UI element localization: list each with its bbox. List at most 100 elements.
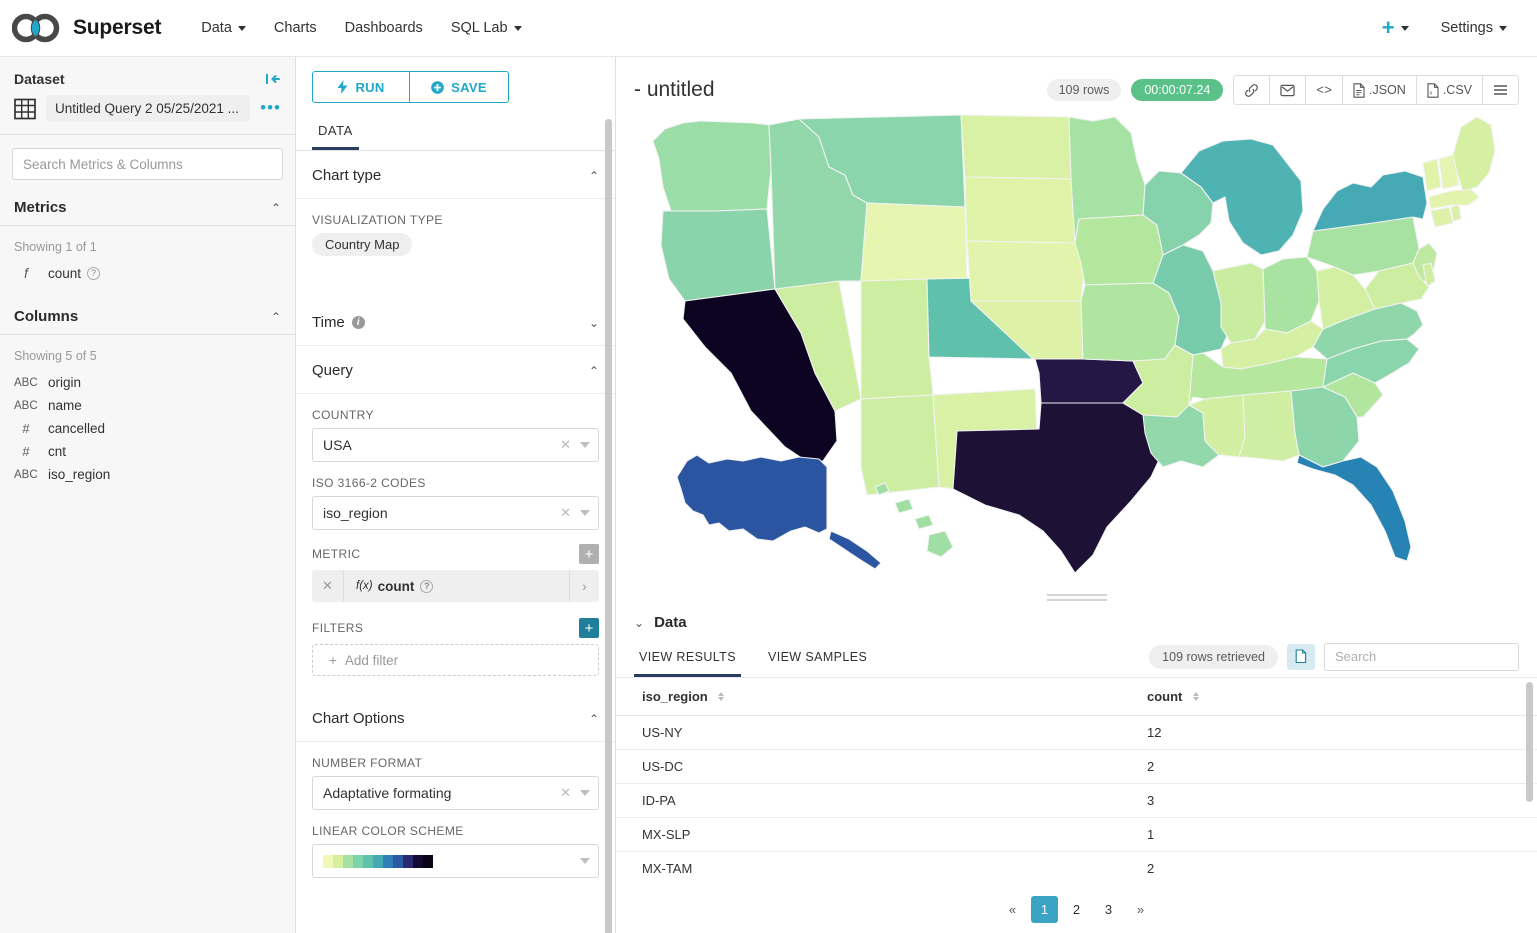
control-panel-scrollbar[interactable] <box>605 119 612 933</box>
tab-data[interactable]: DATA <box>312 113 359 150</box>
query-body: COUNTRY USA ✕ ISO 3166-2 CODES iso_regio… <box>296 394 615 694</box>
help-icon[interactable]: ? <box>87 267 101 280</box>
info-icon[interactable]: i <box>351 316 365 329</box>
chart-type-section-header[interactable]: Chart type ⌃ <box>296 151 615 199</box>
chart-options-section-header[interactable]: Chart Options ⌃ <box>296 694 615 742</box>
rows-count-badge: 109 rows <box>1046 79 1122 101</box>
column-item-origin[interactable]: ABC origin <box>0 371 295 394</box>
columns-section-header[interactable]: Columns ⌃ <box>0 299 295 335</box>
metric-chip[interactable]: ✕ f(x) count ? › <box>312 570 599 602</box>
column-item-cancelled[interactable]: # cancelled <box>0 417 295 440</box>
help-icon[interactable]: ? <box>420 579 434 593</box>
map-region-US-HI-3 <box>914 514 934 530</box>
table-icon <box>14 98 36 119</box>
save-button-label: SAVE <box>451 79 487 95</box>
control-scroll-region: Chart type ⌃ VISUALIZATION TYPE Country … <box>296 151 615 933</box>
code-icon[interactable]: <> <box>1306 76 1343 104</box>
pagination-prev[interactable]: « <box>999 896 1026 923</box>
table-row[interactable]: MX-SLP 1 <box>616 817 1537 852</box>
save-button[interactable]: SAVE <box>409 71 509 103</box>
color-swatch-1 <box>333 854 343 868</box>
query-section-header[interactable]: Query ⌃ <box>296 346 615 394</box>
more-options-icon[interactable]: ••• <box>260 99 281 116</box>
pagination-page-3[interactable]: 3 <box>1095 896 1122 923</box>
tab-view-results[interactable]: VIEW RESULTS <box>634 641 741 677</box>
data-section-header[interactable]: ⌄ Data <box>616 608 1537 641</box>
country-map-visualization[interactable] <box>616 111 1537 586</box>
table-header-row: iso_region count <box>616 678 1537 716</box>
json-file-icon[interactable]: .JSON <box>1343 76 1417 104</box>
map-region-US-SD <box>964 176 1076 244</box>
nav-item-sql-lab[interactable]: SQL Lab <box>437 12 536 44</box>
dataset-panel: Dataset Untitled Query 2 05/25/2021 ... <box>0 57 296 933</box>
table-row[interactable]: ID-PA 3 <box>616 783 1537 818</box>
color-scheme-select[interactable] <box>312 844 599 878</box>
copy-icon[interactable] <box>1287 643 1315 670</box>
nav-right-group: + Settings <box>1368 9 1521 47</box>
number-format-select[interactable]: Adaptative formating ✕ <box>312 776 599 810</box>
link-icon[interactable] <box>1234 76 1271 104</box>
map-region-US-IA <box>1074 214 1164 286</box>
dataset-name-select[interactable]: Untitled Query 2 05/25/2021 ... <box>46 95 251 122</box>
chevron-up-icon: ⌃ <box>270 309 281 324</box>
column-type-icon: ABC <box>14 468 38 481</box>
metric-item-count[interactable]: f count ? <box>0 262 295 285</box>
add-filter-button[interactable]: + <box>579 618 599 638</box>
cell-iso-region: MX-TAM <box>616 851 1121 884</box>
table-row[interactable]: MX-TAM 2 <box>616 851 1537 884</box>
results-table-scrollbar[interactable] <box>1526 682 1533 802</box>
link-glyph <box>1245 83 1259 97</box>
pagination-page-1[interactable]: 1 <box>1031 896 1058 923</box>
chart-type-title: Chart type <box>312 167 382 184</box>
column-item-cnt[interactable]: # cnt <box>0 440 295 463</box>
clear-icon[interactable]: ✕ <box>560 505 571 521</box>
sort-icon[interactable] <box>1193 692 1200 702</box>
collapse-left-icon[interactable] <box>265 72 281 86</box>
iso-codes-select[interactable]: iso_region ✕ <box>312 496 599 530</box>
nav-item-data[interactable]: Data <box>187 12 260 44</box>
table-row[interactable]: US-DC 2 <box>616 749 1537 784</box>
page-title[interactable]: - untitled <box>634 78 715 102</box>
chevron-right-icon[interactable]: › <box>569 570 599 602</box>
collapse-left-glyph <box>266 74 280 84</box>
remove-metric-icon[interactable]: ✕ <box>312 570 344 602</box>
color-swatch-3 <box>353 854 363 868</box>
sort-icon[interactable] <box>718 692 725 702</box>
run-button[interactable]: RUN <box>312 71 409 103</box>
visualization-type-value[interactable]: Country Map <box>312 233 413 256</box>
json-label: .JSON <box>1369 83 1406 97</box>
column-item-iso-region[interactable]: ABC iso_region <box>0 463 295 486</box>
tab-view-samples[interactable]: VIEW SAMPLES <box>763 641 872 677</box>
table-row[interactable]: US-NY 12 <box>616 715 1537 750</box>
nav-item-charts[interactable]: Charts <box>260 12 331 44</box>
email-icon[interactable] <box>1270 76 1307 104</box>
csv-file-icon[interactable]: x .CSV <box>1416 76 1483 104</box>
nav-item-dashboards[interactable]: Dashboards <box>331 12 437 44</box>
data-tabs-row: VIEW RESULTS VIEW SAMPLES 109 rows retri… <box>616 641 1537 678</box>
new-item-button[interactable]: + <box>1368 9 1423 47</box>
chart-resize-handle[interactable] <box>616 586 1537 608</box>
pagination-page-2[interactable]: 2 <box>1063 896 1090 923</box>
clear-icon[interactable]: ✕ <box>560 785 571 801</box>
column-type-icon: # <box>22 421 30 436</box>
metrics-section-header[interactable]: Metrics ⌃ <box>0 190 295 226</box>
clear-icon[interactable]: ✕ <box>560 437 571 453</box>
csv-label: .CSV <box>1442 83 1472 97</box>
column-header-count[interactable]: count <box>1121 678 1537 716</box>
column-header-iso-region[interactable]: iso_region <box>616 678 1121 716</box>
settings-menu[interactable]: Settings <box>1427 12 1521 44</box>
country-select[interactable]: USA ✕ <box>312 428 599 462</box>
add-filter-dropzone[interactable]: + Add filter <box>312 644 599 676</box>
add-metric-button[interactable]: + <box>579 544 599 564</box>
column-item-name[interactable]: ABC name <box>0 394 295 417</box>
column-item-label: cnt <box>48 444 67 459</box>
metric-item-label: count <box>48 266 82 281</box>
time-section-header[interactable]: Time i ⌄ <box>296 298 615 346</box>
table-search-input[interactable] <box>1324 642 1519 671</box>
pagination-next[interactable]: » <box>1127 896 1154 923</box>
search-input[interactable] <box>12 148 283 180</box>
superset-brand[interactable]: Superset <box>12 13 161 43</box>
control-panel: RUN SAVE DATA Chart type ⌃ VISUALIZATION… <box>296 57 616 933</box>
iso-codes-label: ISO 3166-2 CODES <box>312 476 426 490</box>
hamburger-menu-icon[interactable] <box>1483 76 1518 104</box>
